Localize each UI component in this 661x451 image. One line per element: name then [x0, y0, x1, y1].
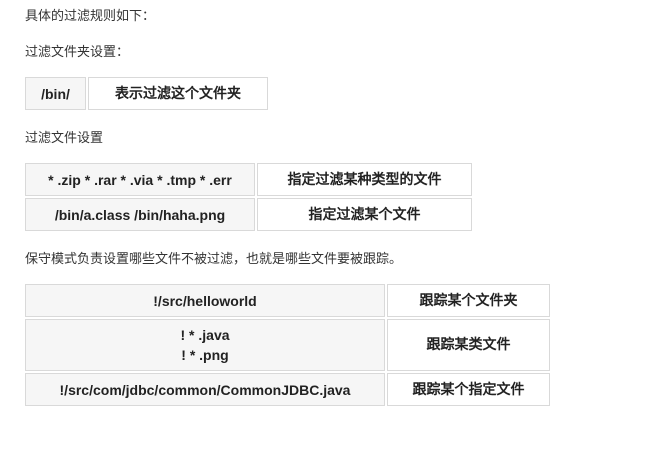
keep-pattern-cell: !/src/com/jdbc/common/CommonJDBC.java [25, 373, 385, 406]
table-row: /bin/ 表示过滤这个文件夹 [25, 77, 268, 110]
keep-pattern-cell: ! * .java ! * .png [25, 319, 385, 371]
table-row: /bin/a.class /bin/haha.png 指定过滤某个文件 [25, 198, 472, 231]
pattern-line: ! * .png [181, 347, 229, 363]
pattern-line: !/src/com/jdbc/common/CommonJDBC.java [59, 381, 351, 398]
article-content: 具体的过滤规则如下： 过滤文件夹设置： /bin/ 表示过滤这个文件夹 过滤文件… [0, 0, 661, 408]
intro-text: 具体的过滤规则如下： [25, 9, 156, 24]
folder-filter-heading: 过滤文件夹设置： [25, 45, 130, 60]
file-description-cell: 指定过滤某种类型的文件 [257, 163, 472, 196]
keep-description-cell: 跟踪某类文件 [387, 319, 550, 371]
table-row: * .zip * .rar * .via * .tmp * .err 指定过滤某… [25, 163, 472, 196]
file-pattern-cell: /bin/a.class /bin/haha.png [25, 198, 255, 231]
file-filter-heading: 过滤文件设置 [25, 131, 104, 146]
file-description-cell: 指定过滤某个文件 [257, 198, 472, 231]
keep-description-cell: 跟踪某个文件夹 [387, 284, 550, 317]
keep-pattern-cell: !/src/helloworld [25, 284, 385, 317]
table-row: !/src/helloworld 跟踪某个文件夹 [25, 284, 550, 317]
file-filter-table: * .zip * .rar * .via * .tmp * .err 指定过滤某… [23, 161, 474, 233]
folder-filter-table: /bin/ 表示过滤这个文件夹 [23, 75, 270, 112]
keep-mode-table: !/src/helloworld 跟踪某个文件夹 ! * .java ! * .… [23, 282, 552, 408]
table-row: !/src/com/jdbc/common/CommonJDBC.java 跟踪… [25, 373, 550, 406]
pattern-line: ! * .java [180, 327, 230, 343]
table-row: ! * .java ! * .png 跟踪某类文件 [25, 319, 550, 371]
pattern-line: !/src/helloworld [153, 292, 257, 309]
file-pattern-cell: * .zip * .rar * .via * .tmp * .err [25, 163, 255, 196]
keep-description-cell: 跟踪某个指定文件 [387, 373, 550, 406]
folder-pattern-cell: /bin/ [25, 77, 86, 110]
keep-mode-heading: 保守模式负责设置哪些文件不被过滤，也就是哪些文件要被跟踪。 [25, 252, 403, 267]
folder-description-cell: 表示过滤这个文件夹 [88, 77, 268, 110]
